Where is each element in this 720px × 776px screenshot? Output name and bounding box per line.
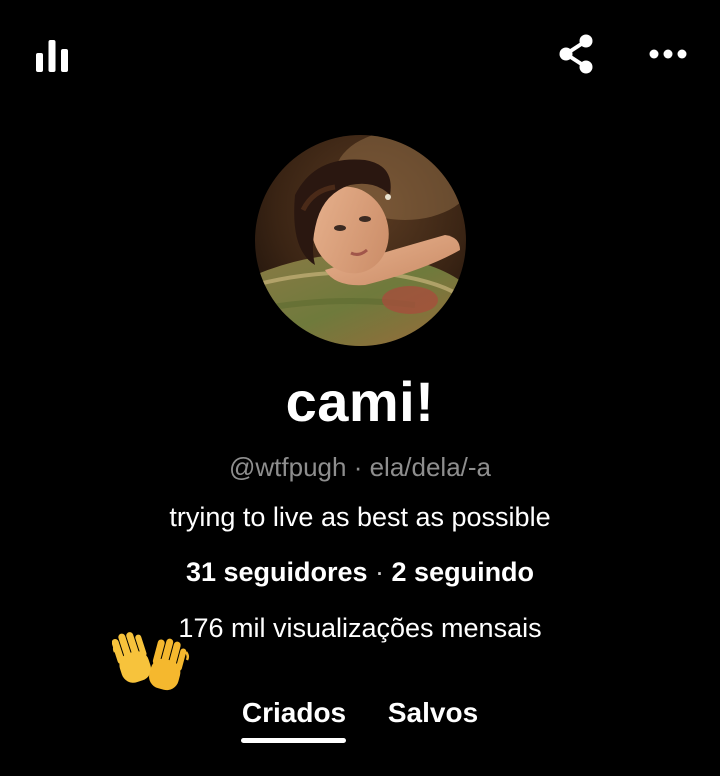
tab-saved[interactable]: Salvos bbox=[380, 695, 486, 731]
profile-bio: trying to live as best as possible bbox=[169, 502, 551, 532]
avatar[interactable] bbox=[255, 135, 466, 346]
pronouns: ela/dela/-a bbox=[369, 452, 491, 482]
waving-hands-emoji bbox=[112, 630, 190, 694]
follow-stats: 31 seguidores · 2 seguindo bbox=[0, 555, 720, 589]
stats-icon[interactable] bbox=[34, 38, 70, 72]
active-tab-indicator bbox=[241, 738, 346, 743]
profile-photo bbox=[255, 135, 466, 346]
monthly-views: 176 mil visualizações mensais bbox=[178, 613, 542, 643]
following-link[interactable]: 2 seguindo bbox=[392, 557, 535, 587]
share-icon[interactable] bbox=[556, 33, 596, 75]
username-handle: @wtfpugh bbox=[229, 452, 347, 482]
separator-dot: · bbox=[346, 452, 370, 482]
more-options-icon[interactable] bbox=[648, 44, 688, 64]
profile-name: cami! bbox=[285, 370, 435, 433]
tab-created[interactable]: Criados bbox=[238, 695, 350, 731]
profile-screen: cami! @wtfpugh · ela/dela/-a trying to l… bbox=[0, 0, 720, 776]
handle-line: @wtfpugh · ela/dela/-a bbox=[0, 450, 720, 484]
followers-link[interactable]: 31 seguidores bbox=[186, 557, 368, 587]
separator-dot: · bbox=[367, 557, 392, 587]
